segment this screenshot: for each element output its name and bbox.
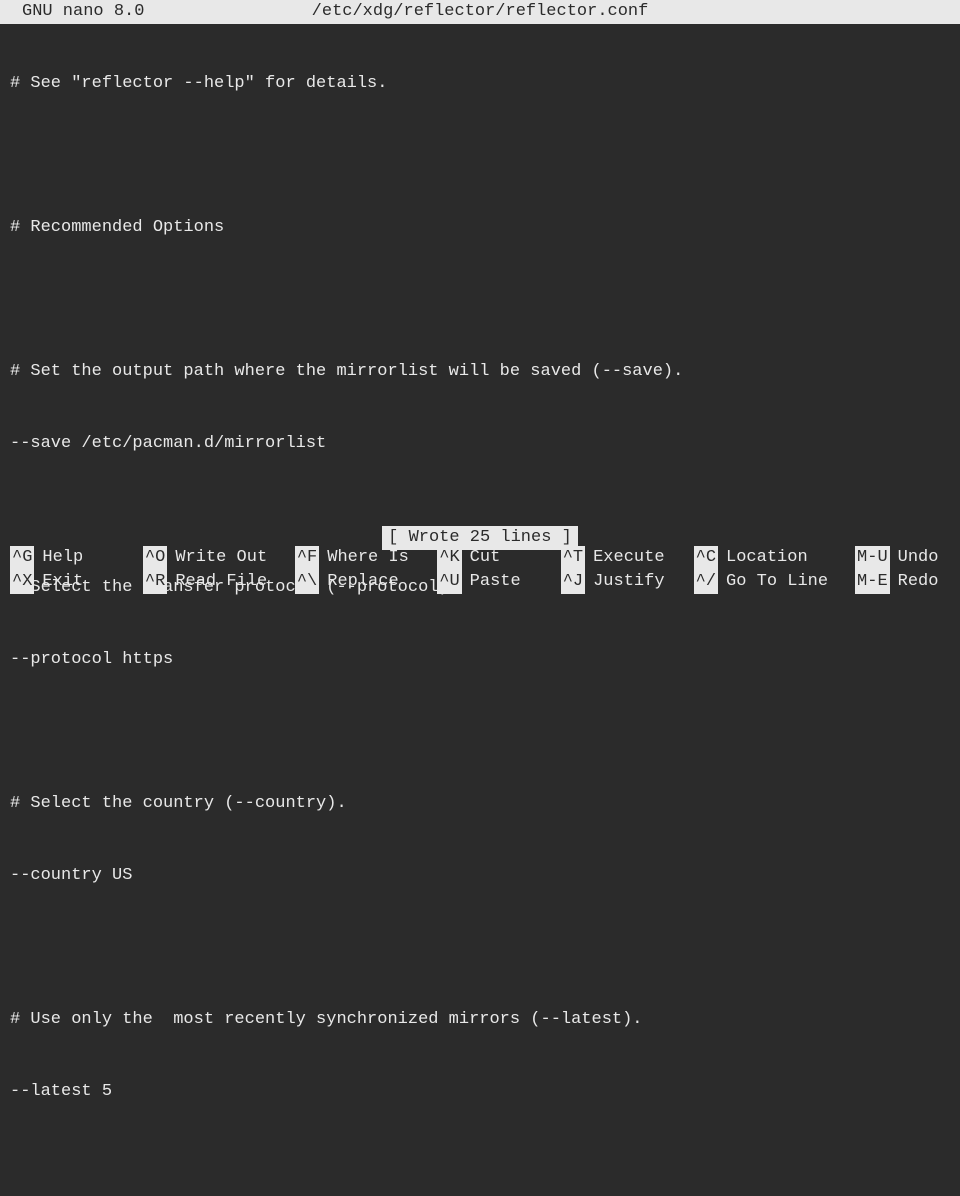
editor-line: # Use only the most recently synchronize… bbox=[10, 1008, 950, 1032]
shortcut-justify[interactable]: ^JJustify bbox=[561, 570, 694, 594]
shortcut-exit[interactable]: ^XExit bbox=[10, 570, 143, 594]
shortcut-execute[interactable]: ^TExecute bbox=[561, 546, 694, 570]
shortcut-write-out[interactable]: ^OWrite Out bbox=[143, 546, 295, 570]
shortcut-paste[interactable]: ^UPaste bbox=[437, 570, 560, 594]
editor-line: --protocol https bbox=[10, 648, 950, 672]
file-path: /etc/xdg/reflector/reflector.conf bbox=[0, 0, 960, 24]
editor-line: # Select the country (--country). bbox=[10, 792, 950, 816]
editor-line bbox=[10, 936, 950, 960]
editor-line: # Set the output path where the mirrorli… bbox=[10, 360, 950, 384]
editor-line bbox=[10, 504, 950, 528]
shortcut-goto-line[interactable]: ^/Go To Line bbox=[694, 570, 855, 594]
editor-line bbox=[10, 720, 950, 744]
editor-line: --latest 5 bbox=[10, 1080, 950, 1104]
shortcut-help[interactable]: ^GHelp bbox=[10, 546, 143, 570]
editor-line: # See "reflector --help" for details. bbox=[10, 72, 950, 96]
shortcut-cut[interactable]: ^KCut bbox=[437, 546, 560, 570]
shortcut-read-file[interactable]: ^RRead File bbox=[143, 570, 295, 594]
editor-line: # Recommended Options bbox=[10, 216, 950, 240]
editor-line bbox=[10, 144, 950, 168]
editor-area[interactable]: # See "reflector --help" for details. # … bbox=[0, 24, 960, 1196]
title-bar: GNU nano 8.0 /etc/xdg/reflector/reflecto… bbox=[0, 0, 960, 24]
shortcut-replace[interactable]: ^\Replace bbox=[295, 570, 437, 594]
shortcut-bar: ^GHelp ^OWrite Out ^FWhere Is ^KCut ^TEx… bbox=[0, 546, 960, 598]
editor-line: --save /etc/pacman.d/mirrorlist bbox=[10, 432, 950, 456]
editor-line: --country US bbox=[10, 864, 950, 888]
editor-line bbox=[10, 1152, 950, 1176]
shortcut-undo[interactable]: M-UUndo bbox=[855, 546, 950, 570]
shortcut-location[interactable]: ^CLocation bbox=[694, 546, 855, 570]
shortcut-where-is[interactable]: ^FWhere Is bbox=[295, 546, 437, 570]
editor-line bbox=[10, 288, 950, 312]
shortcut-row: ^XExit ^RRead File ^\Replace ^UPaste ^JJ… bbox=[10, 570, 950, 594]
shortcut-row: ^GHelp ^OWrite Out ^FWhere Is ^KCut ^TEx… bbox=[10, 546, 950, 570]
shortcut-redo[interactable]: M-ERedo bbox=[855, 570, 950, 594]
